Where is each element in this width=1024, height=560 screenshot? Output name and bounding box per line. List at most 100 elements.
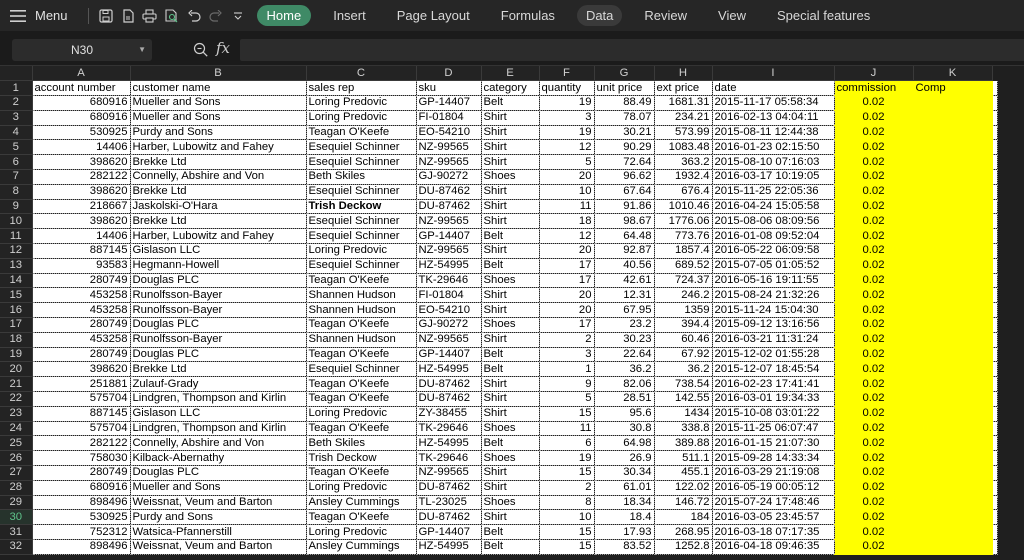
table-cell[interactable]: Shirt (481, 332, 540, 348)
table-cell[interactable]: Connelly, Abshire and Von (130, 435, 307, 452)
table-cell[interactable]: 758030 (32, 450, 131, 467)
export-pdf-icon[interactable] (117, 5, 139, 27)
table-cell[interactable]: 2015-10-08 03:01:22 (712, 406, 835, 422)
function-icon[interactable]: fx (216, 39, 230, 57)
table-cell[interactable]: Teagan O'Keefe (306, 391, 417, 407)
column-title-cell[interactable]: commission (834, 80, 914, 97)
tab-formulas[interactable]: Formulas (492, 5, 564, 26)
table-cell[interactable]: 2015-09-12 13:16:56 (712, 317, 835, 333)
table-cell[interactable] (992, 317, 998, 333)
table-cell[interactable]: Teagan O'Keefe (306, 421, 417, 437)
table-cell[interactable]: 0.02 (834, 273, 914, 289)
table-cell[interactable] (992, 495, 998, 511)
print-icon[interactable] (139, 5, 161, 27)
table-cell[interactable]: Shirt (481, 302, 540, 319)
table-cell[interactable]: 10 (539, 509, 595, 526)
column-header-a[interactable]: A (32, 66, 131, 82)
tab-review[interactable]: Review (635, 5, 696, 26)
table-cell[interactable]: Shirt (481, 125, 540, 141)
table-cell[interactable]: 0.02 (834, 317, 914, 333)
table-cell[interactable]: 0.02 (834, 302, 914, 319)
table-cell[interactable]: Shannen Hudson (306, 302, 417, 319)
table-cell[interactable] (913, 406, 993, 422)
table-cell[interactable]: NZ-99565 (416, 332, 482, 348)
column-header-g[interactable]: G (594, 66, 655, 82)
table-cell[interactable]: 573.99 (654, 125, 713, 141)
print-preview-icon[interactable] (161, 5, 183, 27)
table-cell[interactable]: Mueller and Sons (130, 110, 307, 126)
table-cell[interactable] (913, 524, 993, 540)
table-cell[interactable]: Douglas PLC (130, 317, 307, 333)
table-cell[interactable]: 19 (539, 95, 595, 111)
table-cell[interactable]: 15 (539, 539, 595, 555)
table-cell[interactable]: Purdy and Sons (130, 125, 307, 141)
table-cell[interactable]: 64.48 (594, 228, 655, 245)
table-cell[interactable]: 453258 (32, 302, 131, 319)
table-cell[interactable]: 2016-01-15 21:07:30 (712, 435, 835, 452)
table-cell[interactable]: 12 (539, 139, 595, 156)
table-cell[interactable] (913, 317, 993, 333)
table-cell[interactable]: Loring Predovic (306, 95, 417, 111)
table-cell[interactable]: 95.6 (594, 406, 655, 422)
table-cell[interactable]: 26.9 (594, 450, 655, 467)
table-cell[interactable]: 398620 (32, 154, 131, 171)
table-cell[interactable]: Belt (481, 258, 540, 274)
table-cell[interactable] (992, 154, 998, 171)
table-cell[interactable]: 2016-04-24 15:05:58 (712, 199, 835, 215)
table-cell[interactable]: 0.02 (834, 435, 914, 452)
table-cell[interactable]: 42.61 (594, 273, 655, 289)
table-cell[interactable]: 2 (539, 332, 595, 348)
table-cell[interactable] (992, 421, 998, 437)
column-header-e[interactable]: E (481, 66, 540, 82)
table-cell[interactable]: 575704 (32, 391, 131, 407)
column-title-cell[interactable]: unit price (594, 80, 655, 97)
table-cell[interactable]: TK-29646 (416, 273, 482, 289)
table-cell[interactable]: 0.02 (834, 524, 914, 540)
column-title-cell[interactable]: quantity (539, 80, 595, 97)
customize-toolbar-icon[interactable] (227, 5, 249, 27)
table-cell[interactable] (992, 125, 998, 141)
table-cell[interactable]: Esequiel Schinner (306, 228, 417, 245)
table-cell[interactable]: Shirt (481, 184, 540, 200)
table-cell[interactable] (913, 465, 993, 481)
row-header[interactable]: 7 (0, 169, 33, 185)
table-cell[interactable]: DU-87462 (416, 376, 482, 393)
table-cell[interactable]: Lindgren, Thompson and Kirlin (130, 391, 307, 407)
table-cell[interactable]: 2016-01-08 09:52:04 (712, 228, 835, 245)
tab-view[interactable]: View (709, 5, 755, 26)
table-cell[interactable]: 83.52 (594, 539, 655, 555)
row-header[interactable]: 28 (0, 480, 33, 496)
table-cell[interactable] (992, 480, 998, 496)
table-cell[interactable]: 0.02 (834, 406, 914, 422)
table-cell[interactable]: Harber, Lubowitz and Fahey (130, 139, 307, 156)
table-cell[interactable] (992, 524, 998, 540)
table-cell[interactable]: 0.02 (834, 213, 914, 230)
table-cell[interactable]: FI-01804 (416, 287, 482, 304)
table-cell[interactable]: Shirt (481, 509, 540, 526)
table-cell[interactable]: Shirt (481, 154, 540, 171)
row-header[interactable]: 18 (0, 332, 33, 348)
table-cell[interactable]: 12.31 (594, 287, 655, 304)
table-cell[interactable] (992, 184, 998, 200)
table-cell[interactable]: 15 (539, 406, 595, 422)
table-cell[interactable] (913, 495, 993, 511)
row-header[interactable]: 14 (0, 273, 33, 289)
table-cell[interactable]: 72.64 (594, 154, 655, 171)
table-cell[interactable]: Shoes (481, 495, 540, 511)
table-cell[interactable]: 2016-03-01 19:34:33 (712, 391, 835, 407)
column-title-cell[interactable]: date (712, 80, 835, 97)
table-cell[interactable]: Esequiel Schinner (306, 184, 417, 200)
table-cell[interactable] (992, 391, 998, 407)
table-cell[interactable]: 680916 (32, 480, 131, 496)
table-cell[interactable]: Kilback-Abernathy (130, 450, 307, 467)
table-cell[interactable]: 67.95 (594, 302, 655, 319)
table-cell[interactable]: NZ-99565 (416, 154, 482, 171)
table-cell[interactable]: 0.02 (834, 139, 914, 156)
tab-insert[interactable]: Insert (324, 5, 375, 26)
table-cell[interactable]: 1857.4 (654, 243, 713, 259)
column-header-k[interactable]: K (913, 66, 993, 82)
table-cell[interactable]: 0.02 (834, 450, 914, 467)
table-cell[interactable]: NZ-99565 (416, 243, 482, 259)
table-cell[interactable]: Esequiel Schinner (306, 154, 417, 171)
table-cell[interactable]: 2015-08-11 12:44:38 (712, 125, 835, 141)
